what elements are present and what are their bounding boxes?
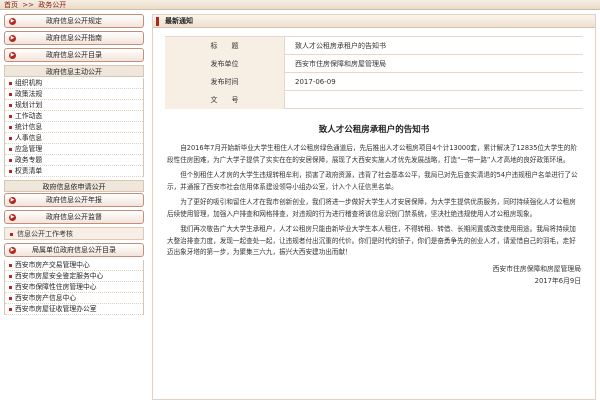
breadcrumb-section[interactable]: 政务公开	[38, 1, 66, 9]
sidebar-item[interactable]: 西安市房屋征收管理办公室	[5, 304, 143, 315]
main-panel: 最新通知 标 题 致人才公租房承租户的告知书 发布单位 西安市住房保障和房屋管理…	[152, 14, 596, 400]
document-title: 致人才公租房承租户的告知书	[318, 125, 430, 135]
breadcrumb-home[interactable]: 首页	[4, 1, 18, 9]
arrow-icon: ▶	[9, 52, 16, 59]
sidebar-button-label: 政府信息公开目录	[46, 51, 102, 59]
sidebar-proactive-list: 组织机构 政策法规 规划计划 工作动态 统计信息 人事信息 应急管理 政务专题 …	[4, 78, 144, 177]
sidebar-item[interactable]: 人事信息	[5, 133, 143, 144]
sidebar-item[interactable]: 西安市保障性住房管理中心	[5, 282, 143, 293]
sidebar-item[interactable]: 政策法规	[5, 89, 143, 100]
sidebar-item[interactable]: 西安市房产信息中心	[5, 293, 143, 304]
meta-value: 致人才公租房承租户的告知书	[295, 42, 386, 50]
meta-value: 西安市住房保障和房屋管理局	[295, 60, 386, 68]
sidebar-item[interactable]: 西安市房屋安全鉴定服务中心	[5, 271, 143, 282]
panel-header: 最新通知	[153, 15, 595, 28]
signature-date: 2017年6月9日	[534, 276, 581, 285]
signature-org: 西安市住房保障和房屋管理局	[492, 264, 581, 273]
sidebar-item[interactable]: 统计信息	[5, 122, 143, 133]
arrow-icon: ▶	[9, 214, 16, 221]
top-bar: 首页 >> 政务公开	[0, 0, 600, 10]
header-accent-bar	[156, 17, 159, 26]
meta-label: 发布单位	[165, 55, 285, 73]
sidebar-group-proactive[interactable]: 政府信息主动公开	[4, 65, 144, 77]
sidebar-button-guide[interactable]: ▶ 政府信息公开指南	[4, 31, 144, 45]
sidebar-item-work-assessment[interactable]: 信息公开工作考核	[4, 227, 144, 240]
sidebar-button-bureau-units[interactable]: ▶ 局属单位政府信息公开目录	[4, 243, 144, 257]
sidebar: ▶ 政府信息公开规定 ▶ 政府信息公开指南 ▶ 政府信息公开目录 政府信息主动公…	[4, 14, 144, 400]
breadcrumb: 首页 >> 政务公开	[4, 0, 68, 10]
sidebar-button-label: 政府信息公开监督	[46, 213, 102, 221]
panel-title: 最新通知	[165, 17, 193, 25]
sidebar-group-on-request[interactable]: 政府信息依申请公开	[4, 180, 144, 192]
sidebar-button-label: 政府信息公开规定	[46, 17, 102, 25]
sidebar-button-label: 局属单位政府信息公开目录	[32, 246, 116, 254]
sidebar-button-supervision[interactable]: ▶ 政府信息公开监督	[4, 210, 144, 224]
meta-row-title: 标 题 致人才公租房承租户的告知书	[165, 37, 583, 55]
body-paragraph: 为了更好的吸引和留住人才在我市创新创业，我们将进一步做好大学生人才安居保障，为大…	[167, 198, 576, 218]
arrow-icon: ▶	[9, 197, 16, 204]
sidebar-button-annual-report[interactable]: ▶ 政府信息公开年报	[4, 193, 144, 207]
sidebar-item[interactable]: 工作动态	[5, 111, 143, 122]
body-paragraph: 我们再次敬告广大大学生承租户，人才公租房只能由新毕业大学生本人租住，不得转租、转…	[167, 225, 576, 256]
sidebar-item[interactable]: 西安市房产交易管理中心	[5, 260, 143, 271]
meta-label: 标 题	[165, 37, 285, 55]
meta-row-publisher: 发布单位 西安市住房保障和房屋管理局	[165, 55, 583, 73]
body-paragraph: 自2016年7月开始新毕业大学生租住人才公租房绿色通道后，先后推出人才公租房项目…	[167, 144, 577, 164]
arrow-icon: ▶	[9, 247, 16, 254]
sidebar-button-catalog[interactable]: ▶ 政府信息公开目录	[4, 48, 144, 62]
sidebar-button-regulations[interactable]: ▶ 政府信息公开规定	[4, 14, 144, 28]
meta-row-date: 发布时间 2017-06-09	[165, 73, 583, 91]
meta-value: 2017-06-09	[295, 78, 336, 86]
meta-label: 发布时间	[165, 73, 285, 91]
document-body: 自2016年7月开始新毕业大学生租住人才公租房绿色通道后，先后推出人才公租房项目…	[167, 143, 581, 259]
sidebar-button-label: 政府信息公开指南	[46, 34, 102, 42]
meta-row-doc-number: 文 号	[165, 91, 583, 109]
sidebar-item[interactable]: 规划计划	[5, 100, 143, 111]
sidebar-item[interactable]: 应急管理	[5, 144, 143, 155]
arrow-icon: ▶	[9, 35, 16, 42]
body-paragraph: 但个别租住人才房的大学生违规转租牟利，损害了政府资源，违背了社会基本公平，我局已…	[167, 171, 578, 191]
signature-block: 西安市住房保障和房屋管理局 2017年6月9日	[153, 263, 581, 287]
meta-table: 标 题 致人才公租房承租户的告知书 发布单位 西安市住房保障和房屋管理局 发布时…	[165, 36, 583, 109]
sidebar-item[interactable]: 组织机构	[5, 78, 143, 89]
arrow-icon: ▶	[9, 18, 16, 25]
sidebar-item[interactable]: 政务专题	[5, 155, 143, 166]
sidebar-bureau-list: 西安市房产交易管理中心 西安市房屋安全鉴定服务中心 西安市保障性住房管理中心 西…	[4, 260, 144, 315]
meta-label: 文 号	[165, 91, 285, 109]
sidebar-button-label: 政府信息公开年报	[46, 196, 102, 204]
sidebar-item[interactable]: 权责清单	[5, 166, 143, 177]
breadcrumb-separator: >>	[22, 1, 34, 9]
